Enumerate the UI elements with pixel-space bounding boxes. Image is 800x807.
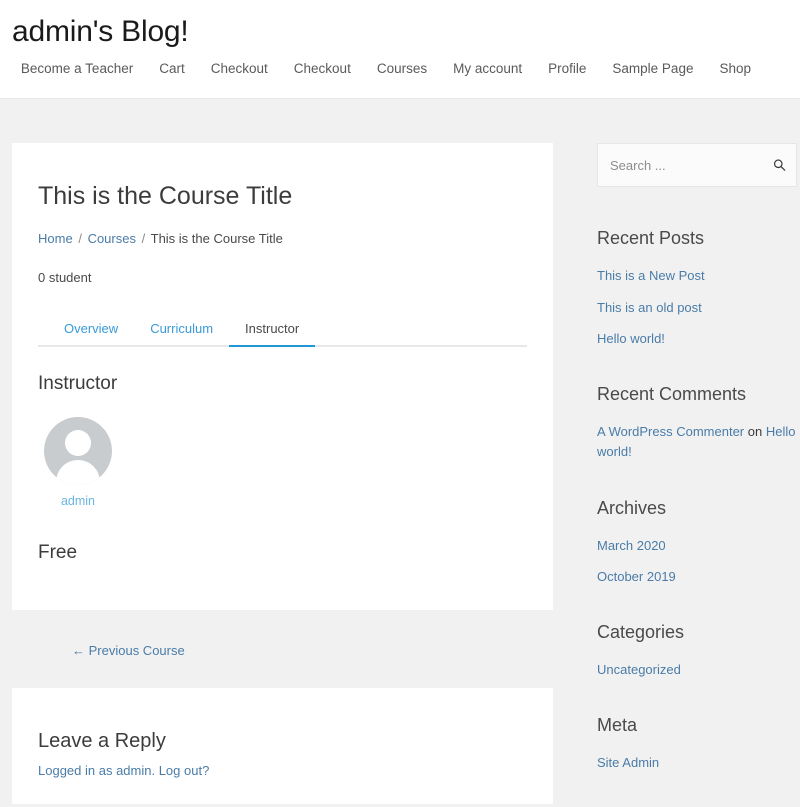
meta-list: Site Admin	[597, 753, 797, 773]
course-price: Free	[38, 542, 78, 564]
search-input[interactable]	[598, 144, 796, 186]
nav-item-courses[interactable]: Courses	[364, 59, 440, 79]
nav-item-shop[interactable]: Shop	[706, 59, 764, 79]
course-card: This is the Course Title Home / Courses …	[12, 143, 553, 611]
avatar-head-shape	[65, 430, 91, 457]
list-item: October 2019	[597, 567, 797, 587]
comment-author-link[interactable]: A WordPress Commenter	[597, 424, 744, 439]
widget-title-meta: Meta	[597, 714, 638, 735]
archive-link-october-2019[interactable]: October 2019	[597, 569, 676, 584]
recent-post-link-1[interactable]: This is a New Post	[597, 268, 705, 283]
list-item: This is an old post	[597, 298, 797, 318]
nav-item-cart[interactable]: Cart	[146, 59, 198, 79]
previous-course-link[interactable]: ← Previous Course	[72, 643, 185, 658]
widget-title-recent-posts: Recent Posts	[597, 228, 705, 248]
main-navigation: Become a Teacher Cart Checkout Checkout …	[0, 51, 800, 79]
widget-recent-posts: Recent Posts This is a New Post This is …	[597, 227, 797, 349]
avatar[interactable]	[44, 417, 112, 486]
archives-list: March 2020 October 2019	[597, 536, 797, 587]
course-navigation: ← Previous Course	[12, 610, 553, 688]
widget-categories: Categories Uncategorized	[597, 621, 797, 680]
widget-archives: Archives March 2020 October 2019	[597, 497, 797, 587]
tab-curriculum[interactable]: Curriculum	[134, 315, 229, 347]
logged-in-status: Logged in as admin. Log out?	[38, 763, 527, 778]
recent-post-link-2[interactable]: This is an old post	[597, 300, 702, 315]
nav-item-profile[interactable]: Profile	[535, 59, 599, 79]
recent-comment-item: A WordPress Commenter on Hello world!	[597, 422, 797, 462]
leave-a-reply-heading: Leave a Reply	[38, 730, 166, 753]
page-wrapper: This is the Course Title Home / Courses …	[0, 99, 800, 807]
breadcrumb-courses[interactable]: Courses	[88, 231, 136, 246]
nav-item-my-account[interactable]: My account	[440, 59, 535, 79]
widget-meta: Meta Site Admin	[597, 714, 797, 773]
instructor-name-link[interactable]: admin	[42, 494, 114, 508]
sidebar: Recent Posts This is a New Post This is …	[597, 143, 797, 807]
widget-title-categories: Categories	[597, 621, 685, 642]
category-link-uncategorized[interactable]: Uncategorized	[597, 662, 681, 677]
list-item: March 2020	[597, 536, 797, 556]
breadcrumb: Home / Courses / This is the Course Titl…	[38, 230, 527, 248]
breadcrumb-separator-2: /	[141, 231, 146, 247]
list-item: This is a New Post	[597, 266, 797, 286]
archive-link-march-2020[interactable]: March 2020	[597, 538, 666, 553]
instructor-block: admin	[38, 417, 527, 508]
recent-posts-list: This is a New Post This is an old post H…	[597, 266, 797, 349]
comment-on-word: on	[744, 424, 766, 440]
list-item: Site Admin	[597, 753, 797, 773]
course-tabs: Overview Curriculum Instructor	[38, 313, 527, 348]
instructor-heading: Instructor	[38, 373, 118, 395]
search-button[interactable]	[773, 159, 786, 172]
student-count: 0 student	[38, 270, 92, 286]
course-title: This is the Course Title	[38, 182, 293, 210]
breadcrumb-home[interactable]: Home	[38, 231, 73, 246]
nav-item-checkout-1[interactable]: Checkout	[198, 59, 281, 79]
recent-post-link-3[interactable]: Hello world!	[597, 331, 665, 346]
list-item: Hello world!	[597, 329, 797, 349]
widget-title-archives: Archives	[597, 497, 667, 518]
nav-item-become-a-teacher[interactable]: Become a Teacher	[8, 59, 146, 79]
logout-link[interactable]: Log out?	[159, 763, 210, 778]
list-item: Uncategorized	[597, 660, 797, 680]
categories-list: Uncategorized	[597, 660, 797, 680]
nav-item-checkout-2[interactable]: Checkout	[281, 59, 364, 79]
search-box[interactable]	[597, 143, 797, 187]
nav-item-sample-page[interactable]: Sample Page	[599, 59, 706, 79]
comment-card: Leave a Reply Logged in as admin. Log ou…	[12, 688, 553, 805]
breadcrumb-separator-1: /	[78, 231, 82, 247]
main-content: This is the Course Title Home / Courses …	[12, 143, 553, 805]
avatar-body-shape	[56, 460, 100, 486]
search-icon	[773, 159, 786, 171]
breadcrumb-current: This is the Course Title	[150, 231, 283, 247]
logged-in-text: Logged in as admin.	[38, 763, 159, 779]
widget-recent-comments: Recent Comments A WordPress Commenter on…	[597, 383, 797, 463]
tab-instructor[interactable]: Instructor	[229, 315, 316, 348]
tab-overview[interactable]: Overview	[48, 315, 134, 347]
site-header: admin's Blog! Become a Teacher Cart Chec…	[0, 0, 800, 99]
widget-title-recent-comments: Recent Comments	[597, 383, 747, 404]
site-title[interactable]: admin's Blog!	[0, 0, 800, 51]
